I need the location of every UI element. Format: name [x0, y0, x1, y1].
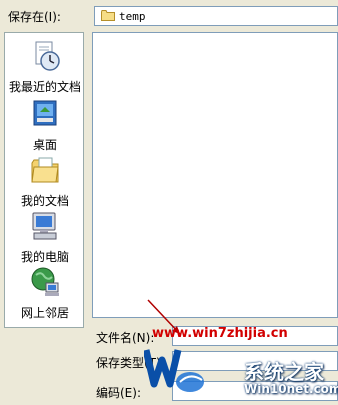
place-desktop[interactable]: 桌面	[5, 97, 85, 153]
encoding-label: 编码(E):	[96, 386, 141, 400]
save-in-dropdown[interactable]: temp	[94, 6, 338, 26]
save-in-label: 保存在(I):	[8, 10, 61, 24]
place-network-places[interactable]: 网上邻居	[5, 265, 85, 321]
desktop-icon	[33, 100, 57, 126]
place-my-documents[interactable]: 我的文档	[5, 153, 85, 209]
watermark-logo-icon	[144, 349, 204, 392]
places-bar: 我最近的文档 桌面 我的文档 我的电脑 网上邻居	[4, 32, 84, 328]
save-in-value: temp	[119, 10, 146, 23]
my-computer-icon	[32, 212, 57, 240]
place-label: 我的文档	[20, 194, 69, 208]
network-places-icon	[31, 267, 59, 296]
watermark-brand: 系统之家	[244, 360, 324, 384]
place-recent-documents[interactable]: 我最近的文档	[5, 39, 85, 95]
place-label: 网上邻居	[20, 306, 69, 320]
watermark-url: www.win7zhijia.cn	[152, 326, 288, 341]
place-label: 我的电脑	[20, 250, 69, 264]
place-my-computer[interactable]: 我的电脑	[5, 209, 85, 265]
my-documents-icon	[31, 157, 59, 183]
folder-icon	[101, 10, 115, 21]
place-label: 桌面	[32, 138, 57, 152]
file-list[interactable]	[92, 32, 338, 318]
recent-documents-icon	[35, 41, 60, 71]
watermark-site: Win10net.com	[244, 382, 338, 396]
place-label: 我最近的文档	[8, 80, 81, 94]
